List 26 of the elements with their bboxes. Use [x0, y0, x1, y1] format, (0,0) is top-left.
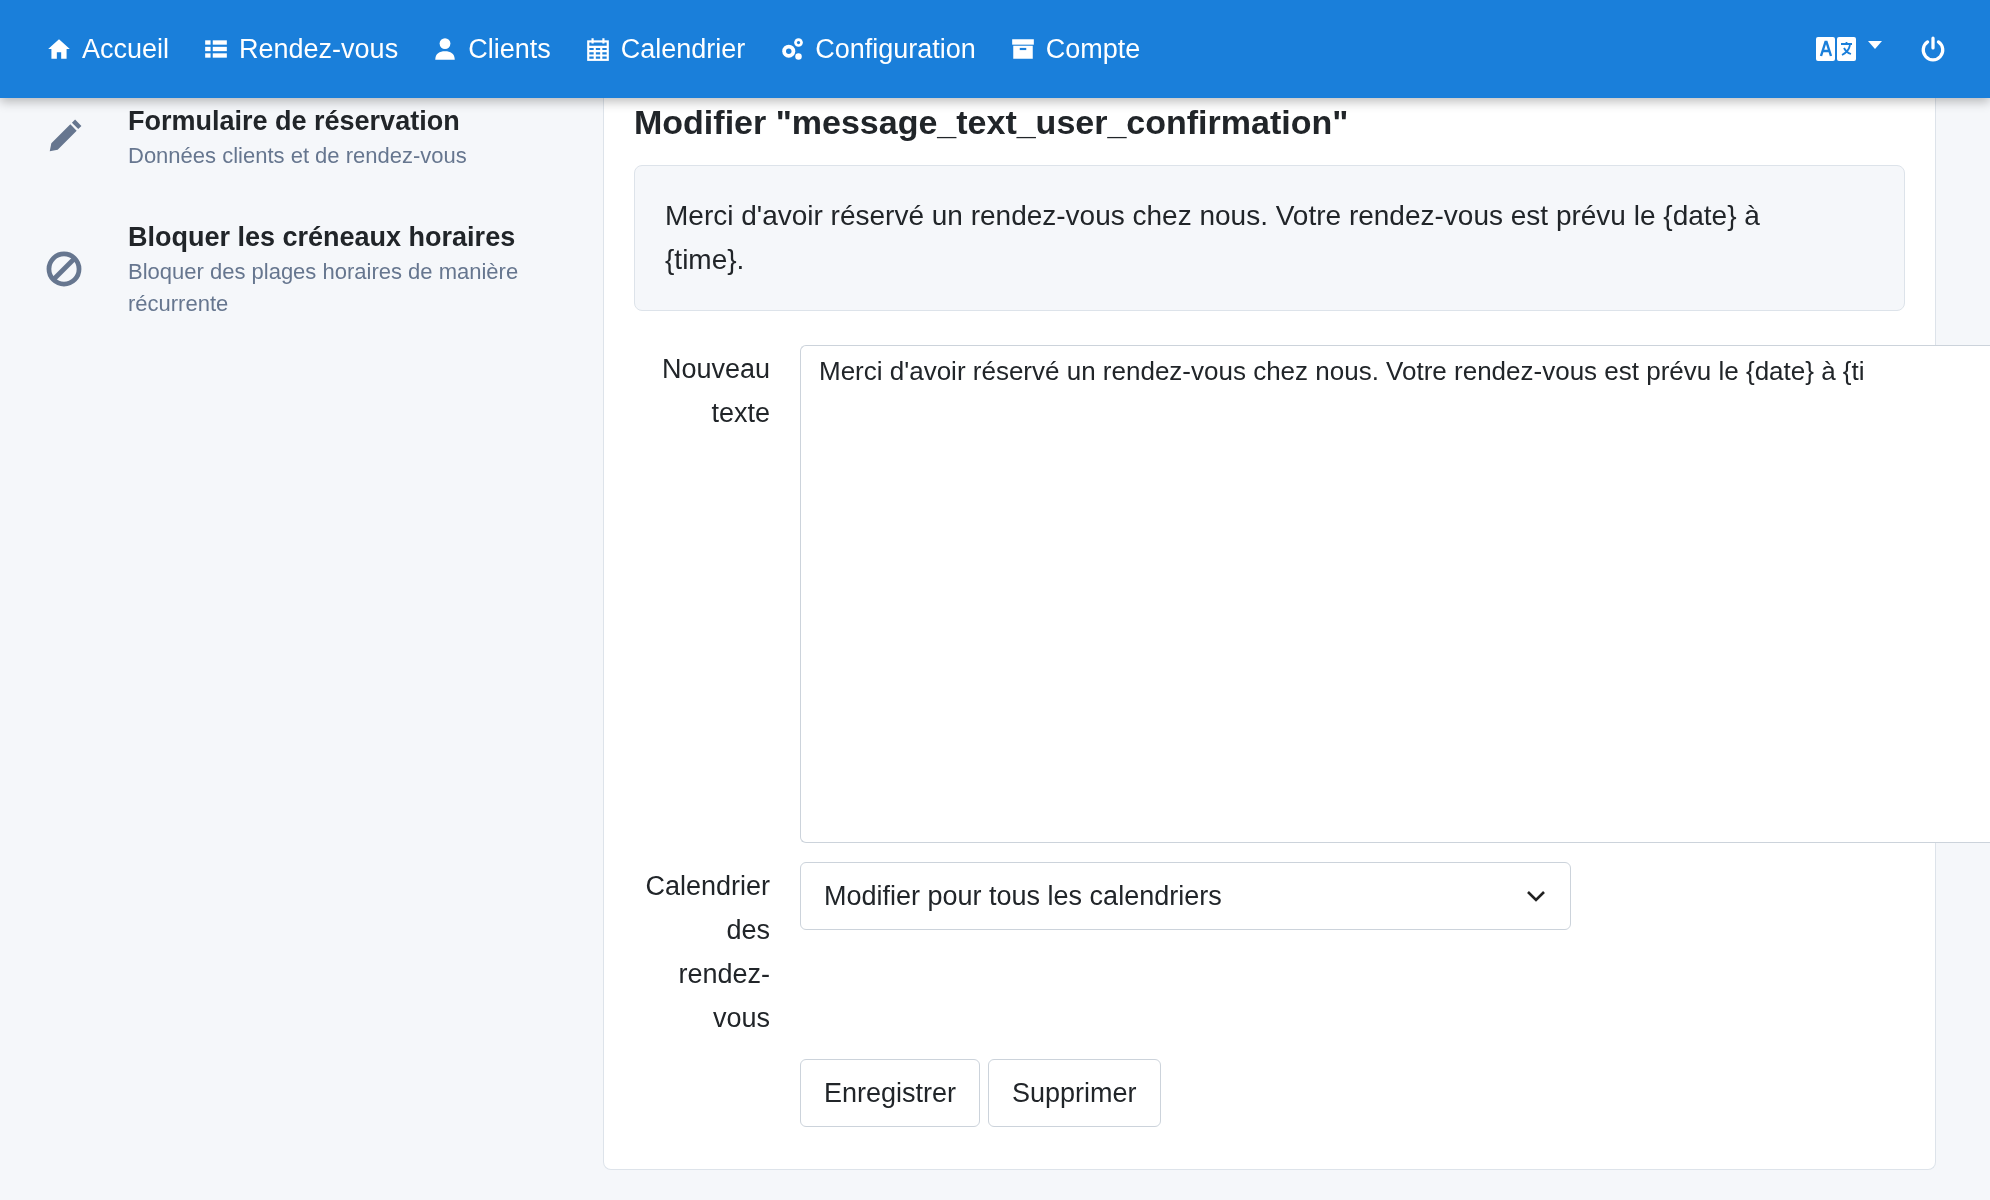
menu-item-description: Bloquer des plages horaires de manière récurrente: [128, 258, 520, 318]
nav-link[interactable]: Compte: [1009, 33, 1141, 65]
current-text-panel: Merci d'avoir réservé un rendez-vous chez nous. Votre rendez-vous est prévu le {date} à {time}.: [634, 165, 1905, 311]
field-label: Calendrier des rendez-vous: [644, 870, 770, 1035]
menu-item-description: Données clients et de rendez-vous: [128, 142, 468, 170]
field-label: Nouveau texte: [660, 353, 770, 430]
power-icon[interactable]: [1920, 36, 1946, 62]
menu-item-title[interactable]: Bloquer les créneaux horaires: [128, 218, 598, 256]
calendar-select[interactable]: Modifier pour tous les calendriers: [800, 862, 1571, 930]
nav-link[interactable]: Accueil: [46, 33, 170, 65]
nav-link[interactable]: Clients: [432, 33, 551, 65]
chevron-icon: [1526, 890, 1546, 902]
text-area[interactable]: Merci d'avoir réservé un rendez-vous chez nous. Votre rendez-vous est prévu le {date} à {ti: [800, 345, 1990, 843]
nav-link[interactable]: Configuration: [779, 33, 976, 65]
translate-icon[interactable]: [1816, 37, 1856, 61]
nav-icon: [584, 36, 611, 62]
nav-icon: [779, 36, 806, 62]
page-title: Modifier "message_text_user_confirmation": [634, 102, 1350, 142]
nav-icon: [1009, 36, 1036, 62]
caret-icon[interactable]: [1868, 41, 1882, 49]
save-button[interactable]: Enregistrer: [800, 1059, 981, 1127]
delete-button[interactable]: Supprimer: [988, 1059, 1161, 1127]
nav-link[interactable]: Rendez-vous: [203, 33, 399, 65]
ban-icon: [45, 250, 83, 288]
menu-item-title[interactable]: Formulaire de réservation: [128, 102, 598, 140]
nav-link[interactable]: Calendrier: [584, 33, 746, 65]
